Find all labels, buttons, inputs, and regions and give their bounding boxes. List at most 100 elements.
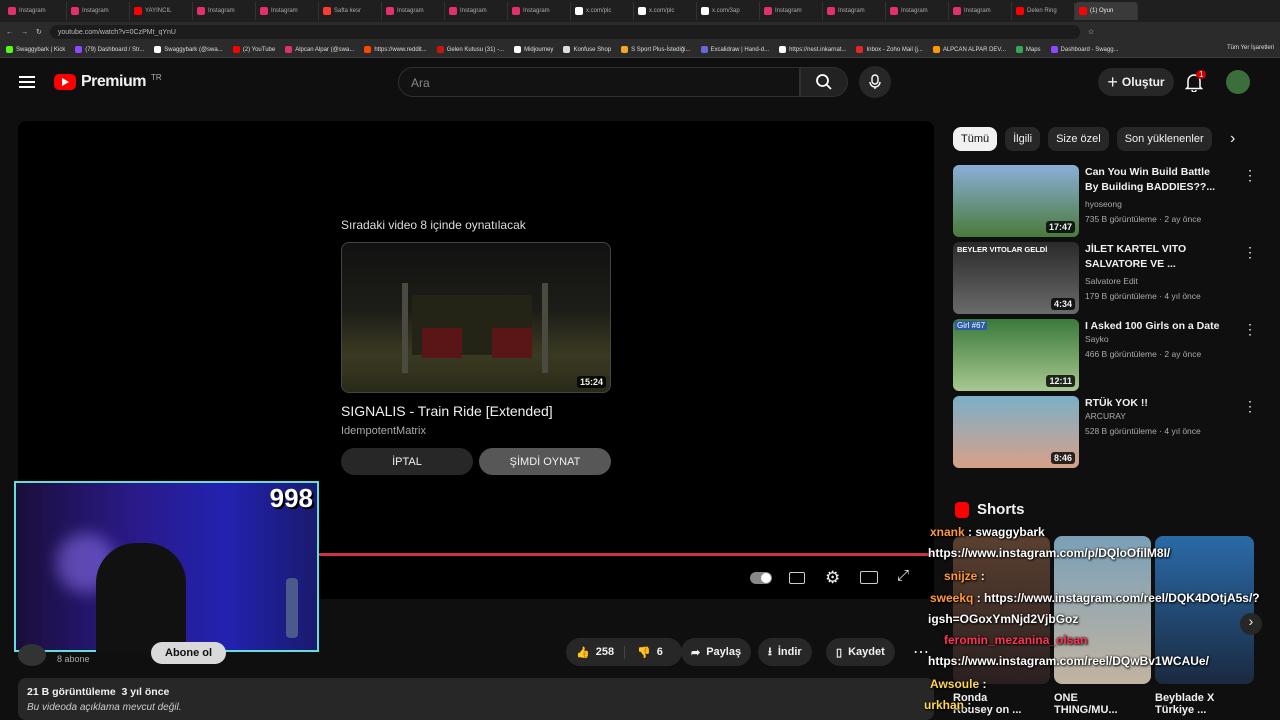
bookmark-item[interactable]: (2) YouTube xyxy=(232,46,275,53)
subscribe-button[interactable]: Abone ol xyxy=(151,642,227,664)
bookmark-item[interactable]: Konfuse Shop xyxy=(563,46,611,53)
recommendation-channel[interactable]: Sayko xyxy=(1085,334,1109,344)
autoplay-toggle[interactable] xyxy=(750,572,772,584)
cancel-autoplay-button[interactable]: İPTAL xyxy=(341,448,473,475)
back-icon[interactable]: ← xyxy=(6,29,13,36)
browser-tab[interactable]: YAYINCIL xyxy=(130,2,193,20)
recommendation-item[interactable]: BEYLER VITOLAR GELDİ 4:34 JİLET KARTEL VIT… xyxy=(953,242,1257,314)
fullscreen-icon[interactable]: ⤢ xyxy=(897,567,909,584)
bookmark-star-icon[interactable]: ☆ xyxy=(1088,28,1094,36)
bookmark-item[interactable]: ALPCAN ALPAR DEV... xyxy=(932,46,1006,53)
bookmark-label: (79) Dashboard / Str... xyxy=(85,46,145,53)
url-field[interactable]: youtube.com/watch?v=0CzPMt_qYnU xyxy=(49,25,1080,39)
recommendation-channel[interactable]: Salvatore Edit xyxy=(1085,276,1138,286)
recommendation-title[interactable]: RTÜk YOK !! xyxy=(1085,396,1225,411)
reload-icon[interactable]: ↻ xyxy=(36,28,42,36)
browser-tab[interactable]: x.com/plc xyxy=(634,2,697,20)
short-title[interactable]: Beyblade X Türkiye ... xyxy=(1155,692,1230,716)
recommendation-title[interactable]: Can You Win Build Battle By Building BAD… xyxy=(1085,165,1225,195)
recommendation-title[interactable]: I Asked 100 Girls on a Date xyxy=(1085,319,1225,334)
bookmark-item[interactable]: Swaggybark (@swa... xyxy=(154,46,223,53)
filter-chip[interactable]: Son yüklenenler xyxy=(1116,127,1212,151)
recommendation-title[interactable]: JİLET KARTEL VITO SALVATORE VE ... xyxy=(1085,242,1225,272)
browser-tab[interactable]: Instagram xyxy=(445,2,508,20)
share-button[interactable]: ➦ Paylaş xyxy=(681,638,752,666)
recommendation-thumbnail[interactable]: 8:46 xyxy=(953,396,1079,468)
bookmark-label: Inbox - Zoho Mail (j... xyxy=(866,46,923,53)
browser-tab[interactable]: Delen Ring xyxy=(1012,2,1075,20)
filter-chip[interactable]: Size özel xyxy=(1048,127,1109,151)
browser-tab[interactable]: Instagram xyxy=(886,2,949,20)
voice-search-button[interactable] xyxy=(859,66,891,98)
download-button[interactable]: ⭳ İndir xyxy=(758,638,812,666)
recommendation-channel[interactable]: ARCURAY xyxy=(1085,411,1126,421)
like-button[interactable]: 👍 258 xyxy=(566,645,626,659)
browser-tab[interactable]: Instagram xyxy=(382,2,445,20)
browser-tab[interactable]: Instagram xyxy=(760,2,823,20)
browser-tab[interactable]: x.com/3ap xyxy=(697,2,760,20)
search-input[interactable]: Ara xyxy=(398,67,800,97)
recommendation-thumbnail[interactable]: Girl #67 12:11 xyxy=(953,319,1079,391)
bookmark-item[interactable]: Maps xyxy=(1015,46,1041,53)
avatar[interactable] xyxy=(1226,70,1250,94)
subtitles-icon[interactable] xyxy=(789,572,805,584)
browser-tab[interactable]: Instagram xyxy=(823,2,886,20)
recommendation-channel[interactable]: hyoseong xyxy=(1085,199,1122,209)
chevron-right-icon[interactable]: › xyxy=(1230,130,1235,148)
filter-chip[interactable]: Tümü xyxy=(953,127,998,151)
browser-tab[interactable]: Instagram xyxy=(4,2,67,20)
browser-tab[interactable]: Instagram xyxy=(949,2,1012,20)
more-actions-icon[interactable]: ⋯ xyxy=(913,642,929,662)
recommendation-item[interactable]: Girl #67 12:11 I Asked 100 Girls on a Date… xyxy=(953,319,1257,391)
bookmark-item[interactable]: Dashboard - Swagg... xyxy=(1050,46,1119,53)
miniplayer-icon[interactable] xyxy=(860,571,878,584)
bookmark-item[interactable]: (79) Dashboard / Str... xyxy=(75,46,144,53)
browser-tab[interactable]: Safta kesr xyxy=(319,2,382,20)
youtube-logo[interactable]: Premium TR xyxy=(54,73,162,91)
more-options-icon[interactable]: ⋮ xyxy=(1243,321,1257,338)
bookmark-item[interactable]: https://nest.inkarnat... xyxy=(779,46,846,53)
shorts-next-icon[interactable]: › xyxy=(1240,613,1262,635)
browser-tab[interactable]: Instagram xyxy=(256,2,319,20)
menu-icon[interactable] xyxy=(19,74,35,91)
recommendation-thumbnail[interactable]: 17:47 xyxy=(953,165,1079,237)
settings-gear-icon[interactable]: ⚙ xyxy=(825,568,840,588)
tab-favicon-icon xyxy=(260,7,268,15)
next-video-title[interactable]: SIGNALIS - Train Ride [Extended] xyxy=(341,403,553,419)
dislike-button[interactable]: 👎 6 xyxy=(631,646,669,659)
short-title[interactable]: ONE THING/MU... xyxy=(1054,692,1124,716)
more-options-icon[interactable]: ⋮ xyxy=(1243,398,1257,415)
bookmark-item[interactable]: Midjourney xyxy=(514,46,553,53)
recommendation-item[interactable]: 8:46 RTÜk YOK !! ARCURAY 528 B görüntüleme … xyxy=(953,396,1257,468)
create-button[interactable]: + Oluştur xyxy=(1098,68,1174,96)
forward-icon[interactable]: → xyxy=(21,29,28,36)
chat-username: urkhan xyxy=(924,698,965,712)
all-bookmarks[interactable]: Tüm Yer İşaretleri xyxy=(1227,45,1274,51)
browser-tab[interactable]: Instagram xyxy=(67,2,130,20)
notifications-button[interactable]: 1 xyxy=(1184,70,1207,97)
bookmark-item[interactable]: Gelen Kutusu (31) -... xyxy=(436,46,504,53)
play-now-button[interactable]: ŞİMDİ OYNAT xyxy=(479,448,611,475)
bookmark-item[interactable]: Alpcan Alpar (@swa... xyxy=(285,46,354,53)
more-options-icon[interactable]: ⋮ xyxy=(1243,244,1257,261)
search-button[interactable] xyxy=(800,67,848,97)
browser-tab[interactable]: (1) Oyun xyxy=(1075,2,1138,20)
filter-chip[interactable]: İlgili xyxy=(1005,127,1041,151)
browser-tab[interactable]: Instagram xyxy=(193,2,256,20)
recommendation-thumbnail[interactable]: BEYLER VITOLAR GELDİ 4:34 xyxy=(953,242,1079,314)
next-video-thumbnail[interactable]: 15:24 xyxy=(341,242,611,393)
bookmark-item[interactable]: https://www.reddit... xyxy=(364,46,427,53)
bookmark-item[interactable]: S Sport Plus-İstediği... xyxy=(621,46,691,53)
more-options-icon[interactable]: ⋮ xyxy=(1243,167,1257,184)
save-button[interactable]: ▯ Kaydet xyxy=(826,638,895,666)
description-box[interactable]: 21 B görüntüleme 3 yıl önce Bu videoda a… xyxy=(18,678,934,720)
recommendation-item[interactable]: 17:47 Can You Win Build Battle By Buildin… xyxy=(953,165,1257,237)
browser-tab[interactable]: x.com/plc xyxy=(571,2,634,20)
bookmark-item[interactable]: Excalidraw | Hand-d... xyxy=(700,46,769,53)
browser-tab[interactable]: Instagram xyxy=(508,2,571,20)
region-code: TR xyxy=(150,72,162,82)
bookmark-item[interactable]: Swaggybark | Kick xyxy=(6,46,65,53)
bookmark-item[interactable]: Inbox - Zoho Mail (j... xyxy=(856,46,923,53)
channel-avatar[interactable] xyxy=(18,644,46,666)
next-video-channel[interactable]: IdempotentMatrix xyxy=(341,425,426,437)
